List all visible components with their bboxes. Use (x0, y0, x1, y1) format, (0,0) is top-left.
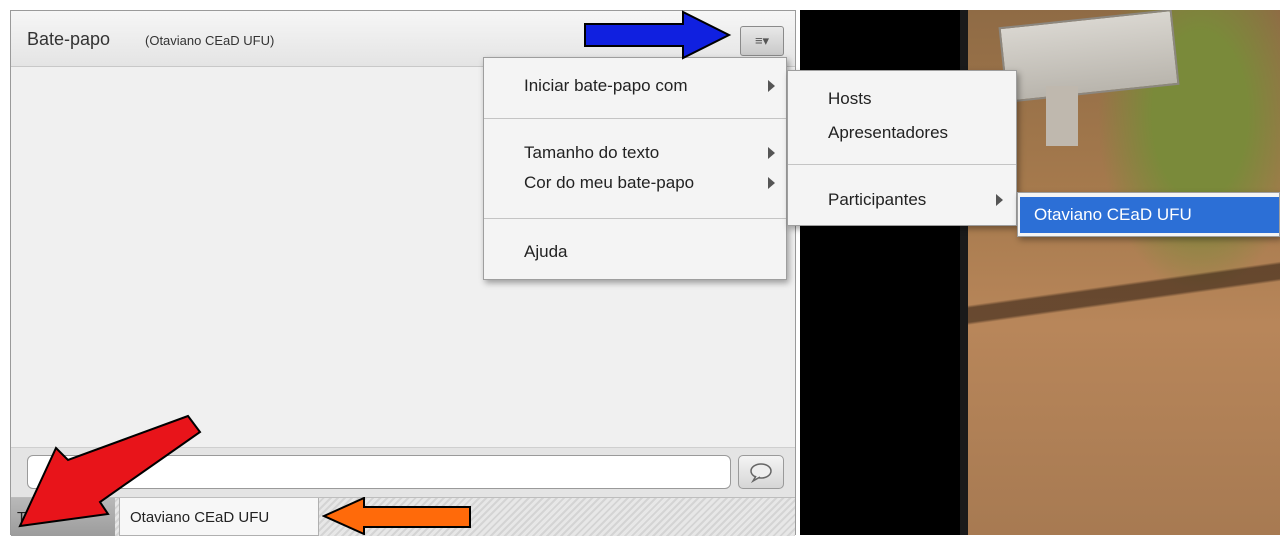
chat-options-menu: Iniciar bate-papo com Tamanho do texto C… (483, 57, 787, 280)
submenu-item-hosts[interactable]: Hosts (828, 89, 871, 109)
menu-lines-icon: ≡▾ (754, 33, 770, 48)
submenu-arrow-icon (996, 194, 1003, 206)
pod-options-menu-button[interactable]: ≡▾ (740, 26, 784, 56)
menu-item-label: Participantes (828, 190, 927, 209)
menu-item-label: Tamanho do texto (524, 143, 660, 162)
menu-item-tamanho-do-texto[interactable]: Tamanho do texto (524, 143, 659, 163)
menu-item-label: Apresentadores (828, 123, 949, 142)
menu-item-label: Ajuda (524, 242, 568, 261)
orange-annotation-arrow-icon (322, 497, 471, 535)
submenu-arrow-icon (768, 147, 775, 159)
menu-item-label: Iniciar bate-papo com (524, 76, 688, 95)
red-annotation-arrow-icon (18, 414, 202, 528)
participants-submenu: Otaviano CEaD UFU (1017, 192, 1280, 237)
send-message-button[interactable] (738, 455, 784, 489)
bench-leg-image (1046, 86, 1078, 146)
menu-item-label: Hosts (828, 89, 872, 108)
menu-item-ajuda[interactable]: Ajuda (524, 242, 567, 262)
submenu-item-participantes[interactable]: Participantes (828, 190, 926, 210)
bench-image (998, 10, 1180, 103)
screen: Bate-papo (Otaviano CEaD UFU) ≡▾ Todos O… (0, 0, 1280, 536)
submenu-arrow-icon (768, 80, 775, 92)
chat-pod-title: Bate-papo (27, 29, 111, 49)
menu-item-label: Cor do meu bate-papo (524, 173, 695, 192)
menu-item-iniciar-bate-papo[interactable]: Iniciar bate-papo com (524, 76, 687, 96)
start-chat-submenu: Hosts Apresentadores Participantes (787, 70, 1017, 226)
chat-pod-subtitle: (Otaviano CEaD UFU) (145, 33, 275, 48)
menu-separator (484, 218, 786, 219)
menu-separator (788, 164, 1016, 165)
menu-separator (484, 118, 786, 119)
submenu-item-otaviano-cead-ufu[interactable]: Otaviano CEaD UFU (1020, 197, 1279, 233)
submenu-item-apresentadores[interactable]: Apresentadores (828, 123, 948, 143)
blue-annotation-arrow-icon (584, 10, 732, 60)
menu-item-cor-do-meu-bate-papo[interactable]: Cor do meu bate-papo (524, 173, 694, 193)
submenu-arrow-icon (768, 177, 775, 189)
speech-bubble-icon (750, 463, 772, 484)
